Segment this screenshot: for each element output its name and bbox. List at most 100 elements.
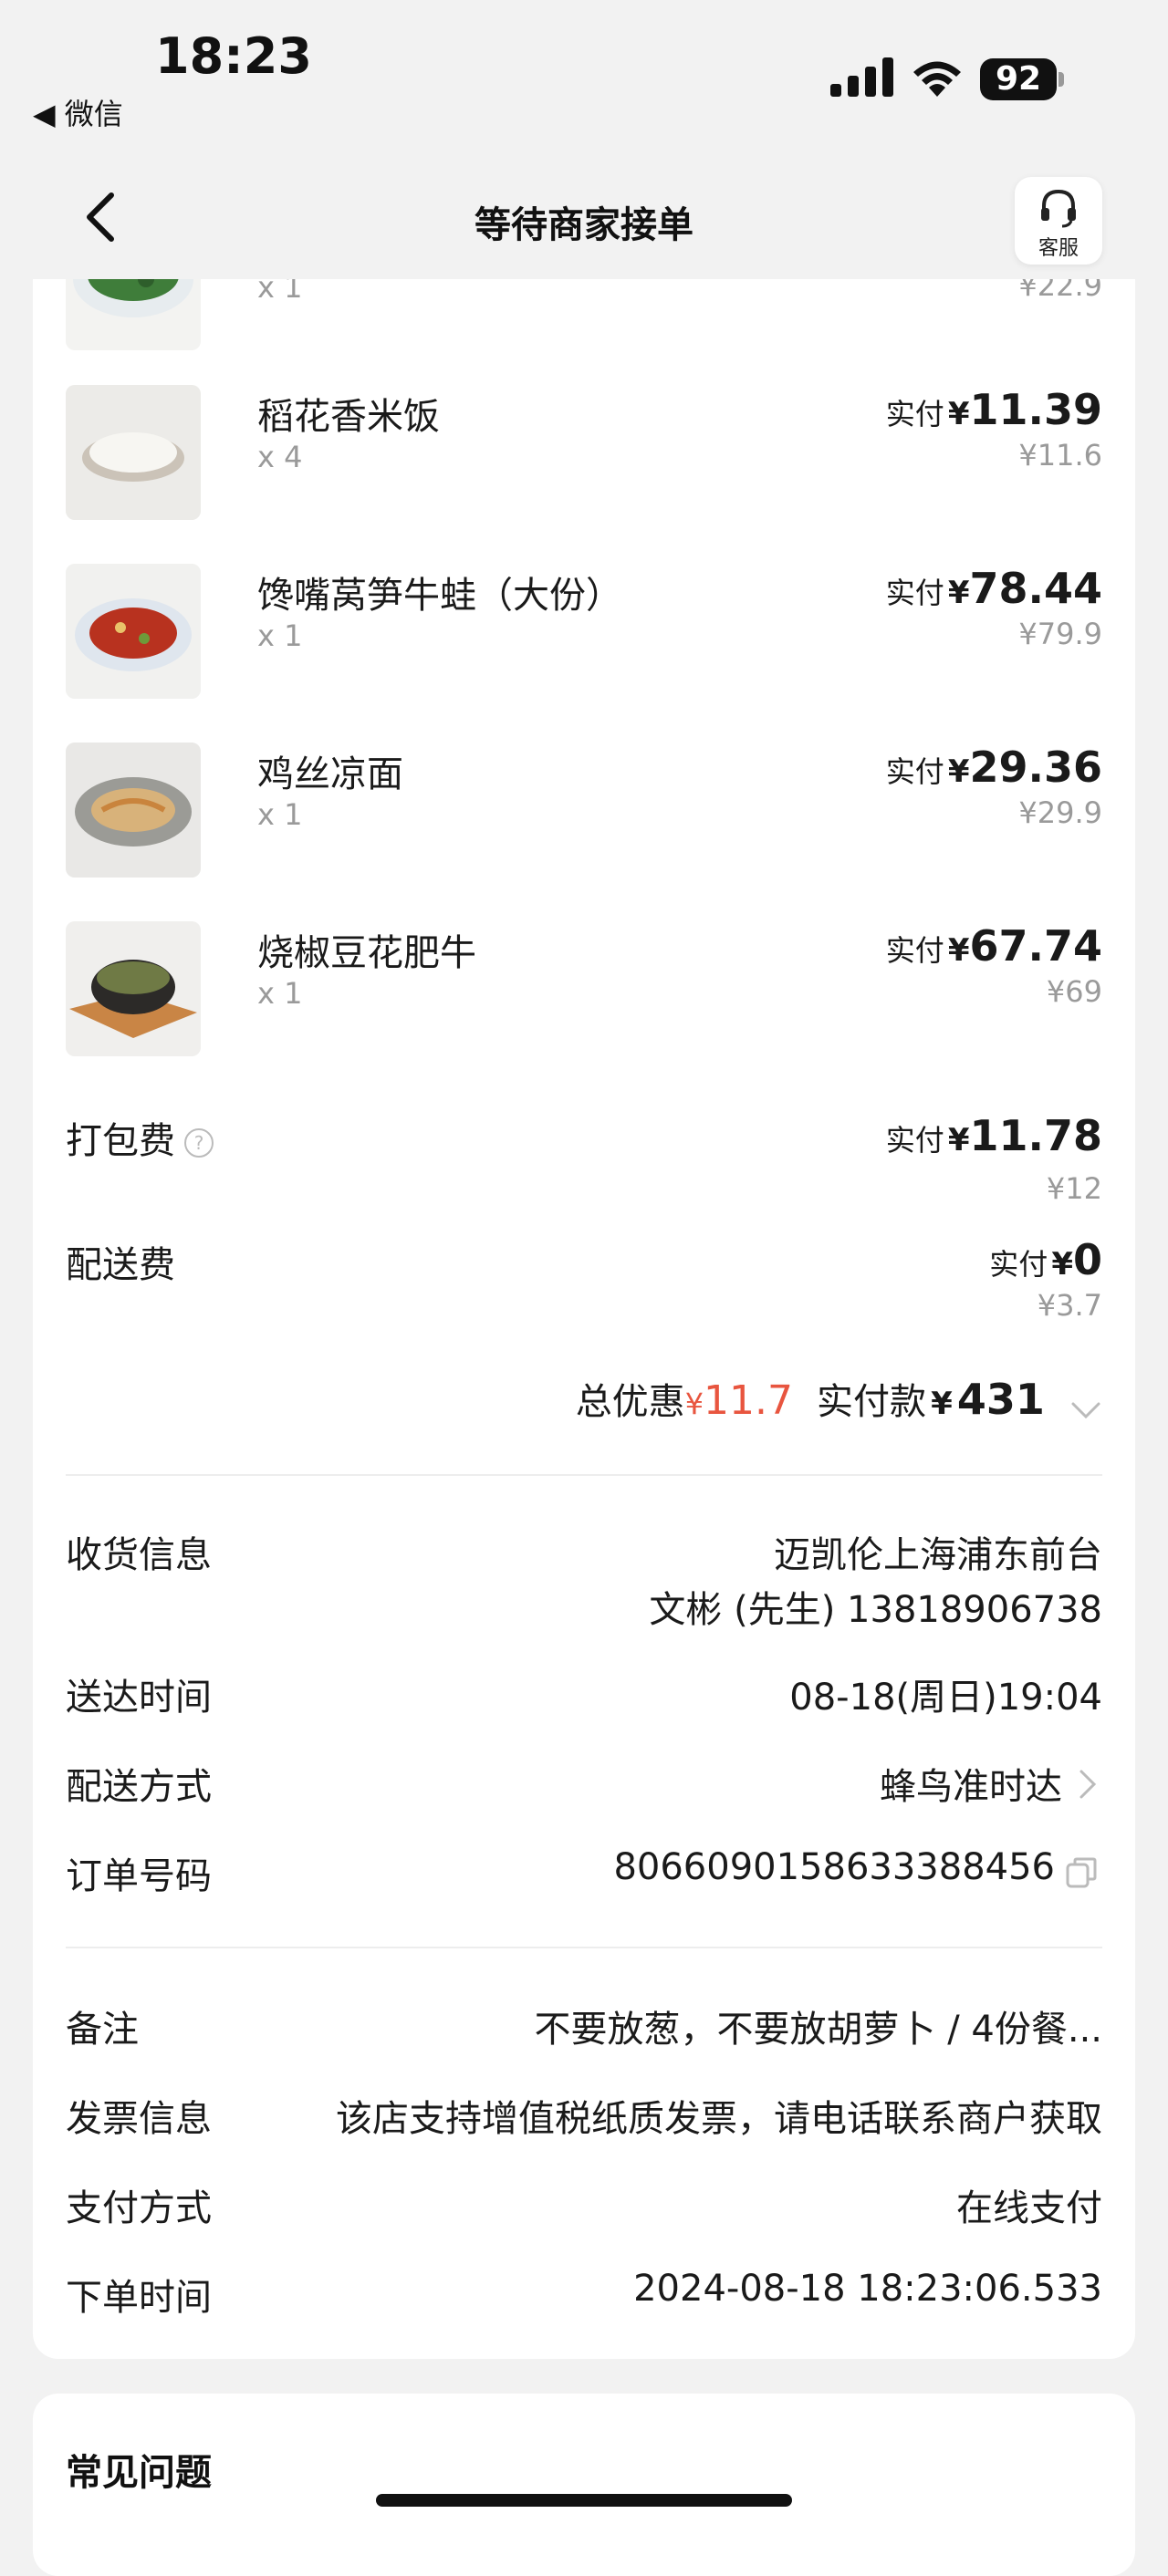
delivery-method-value: 蜂鸟准时达 — [880, 1766, 1062, 1808]
paid-amount: 11.78 — [969, 1111, 1102, 1160]
total-currency: ¥ — [931, 1386, 953, 1422]
item-original-price: ¥79.9 — [1018, 617, 1102, 651]
dish-thumbnail — [66, 279, 201, 350]
order-number-value: 8066090158633388456 — [613, 1846, 1055, 1888]
currency-symbol: ¥ — [947, 753, 970, 790]
faq-title: 常见问题 — [66, 2452, 212, 2494]
list-item: 鸡丝凉面 x 1 实付 ¥29.36 ¥29.9 — [66, 743, 1102, 879]
paid-label: 实付 — [885, 933, 944, 968]
list-item: 馋嘴莴笋牛蛙（大份） x 1 实付 ¥78.44 ¥79.9 — [66, 564, 1102, 701]
customer-service-button[interactable]: 客服 — [1015, 177, 1102, 265]
chevron-down-icon[interactable] — [1069, 1399, 1102, 1421]
item-name: 馋嘴莴笋牛蛙（大份） — [257, 575, 622, 617]
dish-thumbnail — [66, 564, 201, 699]
item-original-price: ¥22.9 — [1018, 279, 1102, 303]
discount-currency: ¥ — [684, 1387, 704, 1421]
battery-level: 92 — [980, 58, 1057, 100]
remark-row: 备注 不要放葱，不要放胡萝卜 / 4份餐... — [66, 2000, 1102, 2054]
item-paid-price: 实付 ¥11.39 — [886, 385, 1102, 434]
item-original-price: ¥69 — [1046, 974, 1102, 1009]
fee-label: 打包费? — [66, 1111, 214, 1164]
payment-method-value: 在线支付 — [956, 2187, 1102, 2229]
paid-amount: 67.74 — [969, 921, 1102, 971]
wifi-icon — [913, 61, 961, 97]
remark-value: 不要放葱，不要放胡萝卜 / 4份餐... — [534, 2009, 1103, 2051]
question-circle-icon[interactable]: ? — [184, 1128, 214, 1158]
paid-label: 实付 — [989, 1247, 1048, 1282]
item-original-price: ¥29.9 — [1018, 795, 1102, 830]
item-quantity: x 1 — [257, 618, 303, 653]
page-title: 等待商家接单 — [474, 204, 694, 246]
delivery-fee-label: 配送费 — [66, 1244, 175, 1286]
order-time-row: 下单时间 2024-08-18 18:23:06.533 — [66, 2268, 1102, 2322]
chevron-right-icon[interactable] — [1077, 1768, 1099, 1801]
battery-indicator: 92 — [980, 58, 1066, 100]
item-paid-price: 实付 ¥29.36 — [886, 743, 1102, 792]
paid-amount: 29.36 — [969, 743, 1102, 792]
currency-symbol: ¥ — [947, 396, 970, 432]
total-paid-amount: 431 — [956, 1375, 1045, 1424]
item-quantity: x 1 — [257, 279, 303, 305]
paid-label: 实付 — [885, 754, 944, 789]
back-to-app-link[interactable]: ◀ 微信 — [33, 91, 123, 133]
delivery-method-row[interactable]: 配送方式 蜂鸟准时达 — [66, 1757, 1102, 1812]
item-paid-price: 实付 ¥67.74 — [886, 921, 1102, 971]
paid-amount: 11.39 — [969, 385, 1102, 434]
invoice-row: 发票信息 该店支持增值税纸质发票，请电话联系商户获取 — [66, 2089, 1102, 2144]
address-label: 收货信息 — [66, 1534, 212, 1576]
battery-nub — [1058, 72, 1064, 87]
item-quantity: x 1 — [257, 976, 303, 1011]
invoice-label: 发票信息 — [66, 2098, 212, 2140]
payment-method-label: 支付方式 — [66, 2187, 212, 2229]
paid-label: 实付 — [885, 576, 944, 610]
item-name: 烧椒豆花肥牛 — [257, 932, 476, 974]
payment-method-row: 支付方式 在线支付 — [66, 2178, 1102, 2233]
fee-paid-price: 实付 ¥11.78 — [886, 1111, 1102, 1160]
delivery-fee-row: 配送费 实付 ¥0 ¥3.7 — [66, 1235, 1102, 1335]
customer-service-label: 客服 — [1038, 237, 1079, 260]
headset-icon — [1041, 189, 1076, 228]
address-line-1: 迈凯伦上海浦东前台 — [774, 1534, 1102, 1576]
discount-amount: 11.7 — [704, 1377, 794, 1424]
item-paid-price: 实付 ¥78.44 — [886, 564, 1102, 613]
home-indicator[interactable] — [376, 2494, 792, 2507]
currency-symbol: ¥ — [1051, 1246, 1073, 1283]
paid-label: 实付 — [885, 397, 944, 431]
status-bar: 18:23 ◀ 微信 92 — [0, 0, 1168, 155]
address-line-2: 文彬 (先生) 13818906738 — [649, 1589, 1102, 1631]
delivery-time-label: 送达时间 — [66, 1677, 212, 1719]
item-original-price: ¥11.6 — [1018, 438, 1102, 473]
order-total-summary[interactable]: 总优惠¥11.7 实付款 ¥ 431 — [576, 1372, 1102, 1425]
address-row: 收货信息 迈凯伦上海浦东前台 文彬 (先生) 13818906738 — [66, 1525, 1102, 1635]
discount-label: 总优惠 — [575, 1381, 685, 1423]
delivery-method-label: 配送方式 — [66, 1766, 212, 1808]
faq-card: 常见问题 — [33, 2394, 1135, 2576]
order-detail-card: x 1 ¥22.9 稻花香米饭 x 4 实付 ¥11.39 ¥11.6 馋嘴莴笋… — [33, 279, 1135, 2359]
dish-thumbnail — [66, 921, 201, 1056]
remark-label: 备注 — [66, 2009, 139, 2051]
currency-symbol: ¥ — [947, 1122, 970, 1158]
order-number-label: 订单号码 — [66, 1855, 212, 1897]
packaging-fee-row: 打包费? 实付 ¥11.78 ¥12 — [66, 1111, 1102, 1211]
cellular-signal-icon — [830, 57, 893, 97]
fee-original-price: ¥3.7 — [1037, 1288, 1102, 1323]
order-time-value: 2024-08-18 18:23:06.533 — [633, 2268, 1102, 2310]
item-quantity: x 1 — [257, 797, 303, 832]
total-paid-label: 实付款 — [817, 1381, 927, 1423]
copy-icon[interactable] — [1064, 1855, 1099, 1890]
order-time-label: 下单时间 — [66, 2277, 212, 2319]
delivery-time-row: 送达时间 08-18(周日)19:04 — [66, 1667, 1102, 1722]
invoice-value: 该店支持增值税纸质发票，请电话联系商户获取 — [336, 2098, 1102, 2140]
order-number-row: 订单号码 8066090158633388456 — [66, 1846, 1102, 1901]
status-time: 18:23 — [155, 27, 312, 85]
paid-amount: 78.44 — [969, 564, 1102, 613]
delivery-time-value: 08-18(周日)19:04 — [789, 1677, 1102, 1719]
item-name: 鸡丝凉面 — [257, 753, 403, 795]
divider — [66, 1947, 1102, 1948]
currency-symbol: ¥ — [947, 575, 970, 611]
list-item: 烧椒豆花肥牛 x 1 实付 ¥67.74 ¥69 — [66, 921, 1102, 1058]
dish-thumbnail — [66, 385, 201, 520]
paid-label: 实付 — [885, 1123, 944, 1158]
packaging-fee-label: 打包费 — [66, 1120, 175, 1162]
fee-paid-price: 实付 ¥0 — [989, 1235, 1102, 1284]
